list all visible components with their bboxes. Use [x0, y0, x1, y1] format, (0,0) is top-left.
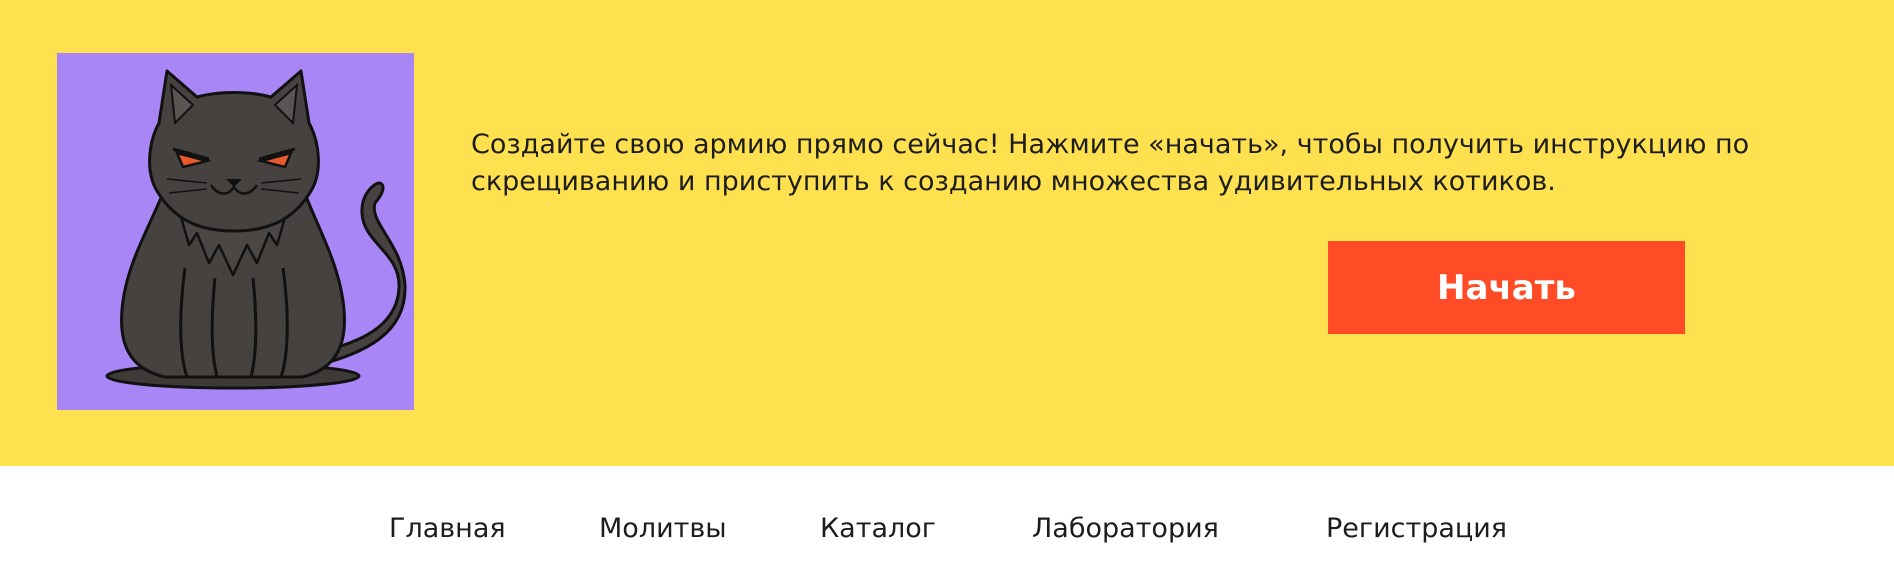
nav-item-home[interactable]: Главная — [389, 512, 506, 546]
footer-nav: Главная Молитвы Каталог Лаборатория Реги… — [0, 466, 1894, 579]
nav-item-registration[interactable]: Регистрация — [1326, 512, 1507, 546]
promo-text: Создайте свою армию прямо сейчас! Нажмит… — [471, 129, 1750, 197]
cat-illustration — [57, 53, 414, 410]
hero-banner: Создайте свою армию прямо сейчас! Нажмит… — [0, 0, 1894, 466]
nav-item-laboratory[interactable]: Лаборатория — [1032, 512, 1219, 546]
nav-item-catalog[interactable]: Каталог — [820, 512, 936, 546]
black-cat-icon — [105, 69, 407, 390]
nav-item-prayers[interactable]: Молитвы — [599, 512, 727, 546]
start-button[interactable]: Начать — [1328, 241, 1685, 334]
